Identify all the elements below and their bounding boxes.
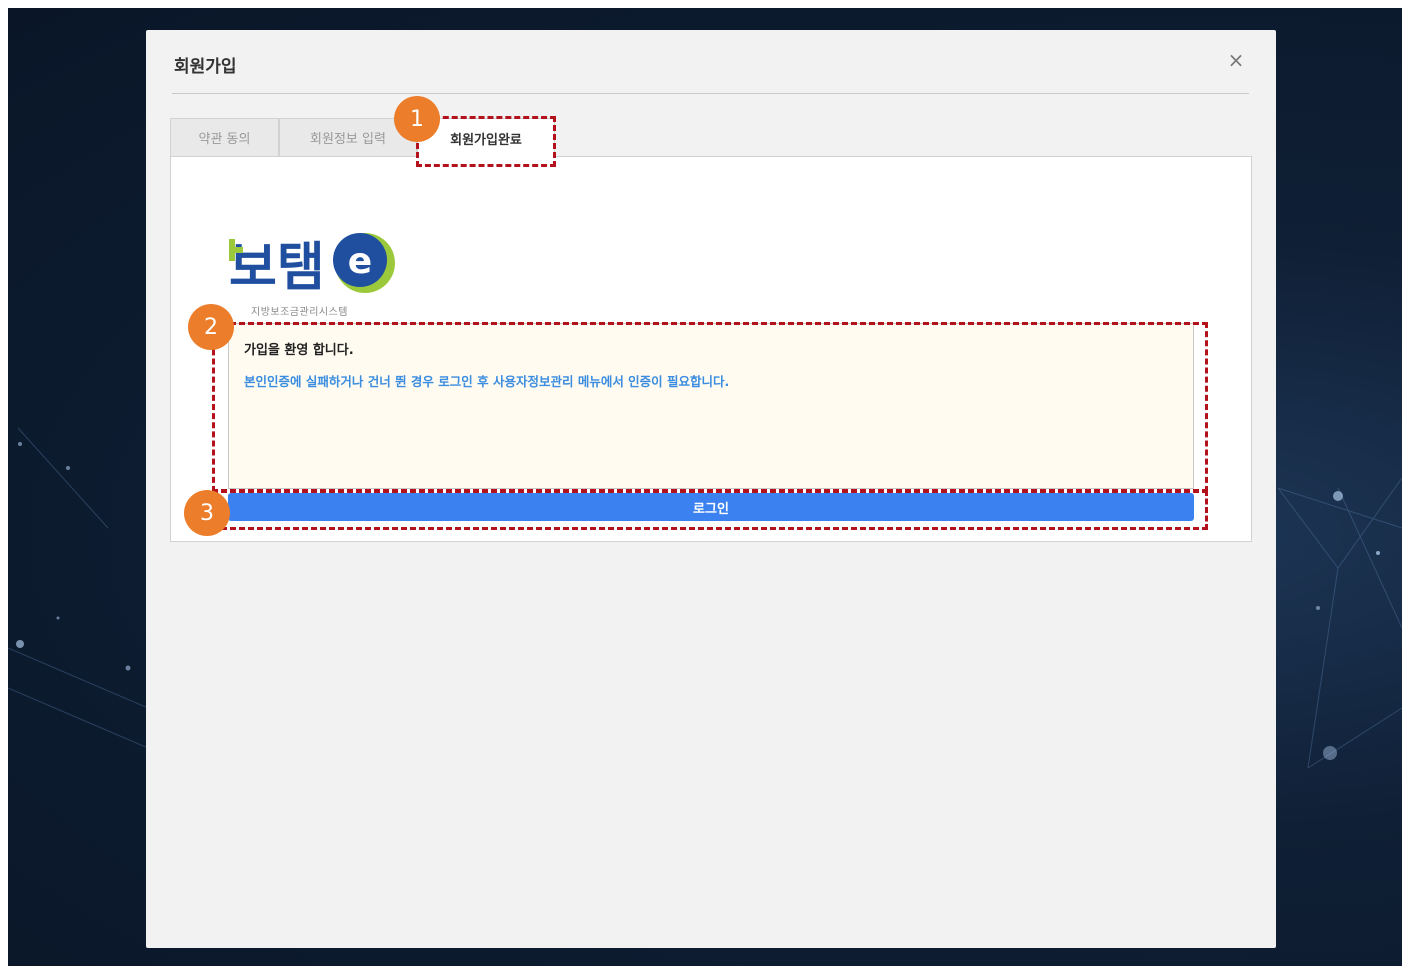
- callout-badge-1: 1: [394, 96, 440, 142]
- modal-title: 회원가입: [174, 57, 237, 77]
- title-divider: [172, 93, 1249, 94]
- callout-badge-2: 2: [188, 304, 234, 350]
- logo-brand-text: 보탬: [229, 238, 325, 298]
- callout-box-3: [212, 490, 1208, 530]
- logo-suffix: e: [348, 241, 372, 282]
- callout-badge-3: 3: [184, 490, 230, 536]
- tab-terms-agreement[interactable]: 약관 동의: [170, 118, 279, 156]
- botaem-logo: 보탬 e: [221, 229, 399, 299]
- close-icon[interactable]: ×: [1226, 50, 1246, 70]
- callout-box-2: [212, 322, 1208, 492]
- logo-subtitle: 지방보조금관리시스템: [251, 307, 348, 318]
